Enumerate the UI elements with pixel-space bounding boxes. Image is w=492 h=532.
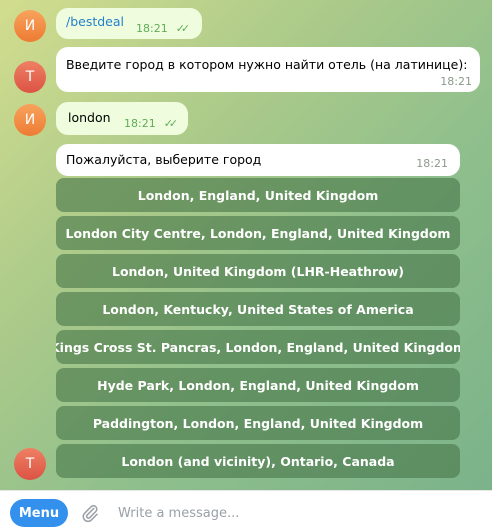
- message-time: 18:21: [124, 117, 156, 130]
- menu-button[interactable]: Menu: [10, 499, 68, 527]
- inline-button-city-5[interactable]: Kings Cross St. Pancras, London, England…: [56, 330, 460, 364]
- message-bubble-outgoing[interactable]: london 18:21 ✓✓: [56, 102, 188, 135]
- chat-area: И /bestdeal 18:21 ✓✓ Т Введите город в к…: [0, 0, 492, 490]
- bot-avatar[interactable]: Т: [14, 448, 46, 480]
- command-link[interactable]: /bestdeal: [66, 14, 124, 29]
- user-avatar[interactable]: И: [14, 10, 46, 42]
- bot-avatar[interactable]: Т: [14, 61, 46, 93]
- message-composer: Menu: [0, 490, 492, 532]
- read-checkmarks-icon: ✓✓: [163, 117, 179, 130]
- message-bubble-incoming[interactable]: Введите город в котором нужно найти отел…: [56, 47, 480, 92]
- inline-button-city-8[interactable]: London (and vicinity), Ontario, Canada: [56, 444, 460, 478]
- user-avatar[interactable]: И: [14, 104, 46, 136]
- inline-button-city-7[interactable]: Paddington, London, England, United King…: [56, 406, 460, 440]
- message-text: london: [68, 110, 111, 125]
- read-checkmarks-icon: ✓✓: [175, 22, 191, 35]
- message-bubble-outgoing[interactable]: /bestdeal 18:21 ✓✓: [56, 8, 202, 39]
- inline-button-city-2[interactable]: London City Centre, London, England, Uni…: [56, 216, 460, 250]
- message-time: 18:21: [440, 75, 472, 88]
- inline-button-city-1[interactable]: London, England, United Kingdom: [56, 178, 460, 212]
- message-time: 18:21: [136, 22, 168, 35]
- message-time: 18:21: [416, 157, 448, 170]
- message-text: Введите город в котором нужно найти отел…: [66, 57, 468, 72]
- inline-button-city-6[interactable]: Hyde Park, London, England, United Kingd…: [56, 368, 460, 402]
- message-text: Пожалуйста, выберите город: [66, 152, 262, 167]
- message-input[interactable]: [118, 501, 478, 525]
- inline-button-city-3[interactable]: London, United Kingdom (LHR-Heathrow): [56, 254, 460, 288]
- paperclip-icon[interactable]: [80, 502, 100, 524]
- inline-button-city-4[interactable]: London, Kentucky, United States of Ameri…: [56, 292, 460, 326]
- message-bubble-incoming[interactable]: Пожалуйста, выберите город 18:21: [56, 144, 460, 176]
